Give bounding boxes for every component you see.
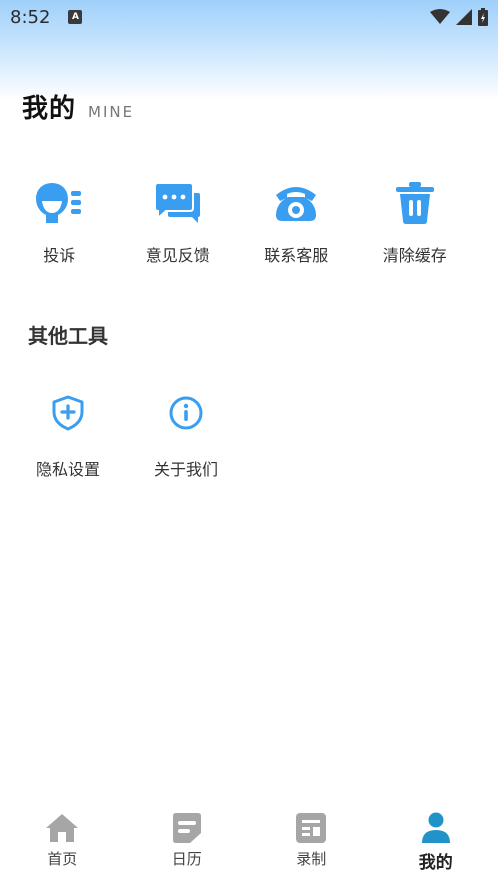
calendar-icon — [169, 810, 205, 846]
nav-label-calendar: 日历 — [171, 850, 202, 868]
feedback-button[interactable]: 意见反馈 — [119, 178, 238, 266]
nav-tab-calendar[interactable]: 日历 — [125, 800, 250, 885]
bottom-navigation: 首页 日历 录制 我的 — [0, 800, 498, 885]
nav-label-home: 首页 — [47, 850, 78, 868]
other-tools-title: 其他工具 — [28, 324, 108, 348]
privacy-settings-button[interactable]: 隐私设置 — [9, 388, 127, 480]
contact-support-button[interactable]: 联系客服 — [237, 178, 356, 266]
about-us-button[interactable]: 关于我们 — [127, 388, 245, 480]
trash-icon — [390, 178, 440, 228]
other-tools-grid: 隐私设置 关于我们 — [9, 388, 498, 480]
clear-cache-button[interactable]: 清除缓存 — [356, 178, 475, 266]
privacy-settings-label: 隐私设置 — [35, 460, 100, 479]
feedback-label: 意见反馈 — [145, 246, 210, 265]
service-grid: 投诉 意见反馈 联系客服 清除缓存 — [0, 178, 498, 266]
notification-a-icon: A — [68, 10, 83, 24]
user-icon — [418, 810, 454, 846]
nav-tab-home[interactable]: 首页 — [0, 800, 125, 885]
info-icon — [161, 388, 211, 438]
nav-tab-mine[interactable]: 我的 — [374, 800, 498, 885]
nav-tab-record[interactable]: 录制 — [249, 800, 374, 885]
nav-label-record: 录制 — [296, 850, 327, 868]
status-bar: 8:52 A — [0, 0, 498, 34]
about-us-label: 关于我们 — [153, 460, 218, 479]
cellular-signal-icon — [456, 9, 472, 25]
shield-plus-icon — [43, 388, 93, 438]
complaint-icon — [34, 178, 84, 228]
clear-cache-label: 清除缓存 — [382, 246, 447, 265]
battery-icon — [478, 8, 488, 26]
contact-support-label: 联系客服 — [264, 246, 329, 265]
feedback-chat-icon — [153, 178, 203, 228]
nav-label-mine: 我的 — [418, 853, 453, 873]
page-subtitle: MINE — [88, 103, 135, 121]
complaint-label: 投诉 — [43, 246, 76, 265]
home-icon — [44, 810, 80, 846]
telephone-icon — [271, 178, 321, 228]
record-icon — [293, 810, 329, 846]
wifi-icon — [430, 9, 450, 24]
page-title: 我的 — [22, 94, 77, 124]
status-indicators — [430, 8, 488, 26]
page-header: 我的 MINE — [22, 88, 134, 125]
complaint-button[interactable]: 投诉 — [0, 178, 119, 266]
status-time: 8:52 — [10, 6, 51, 28]
